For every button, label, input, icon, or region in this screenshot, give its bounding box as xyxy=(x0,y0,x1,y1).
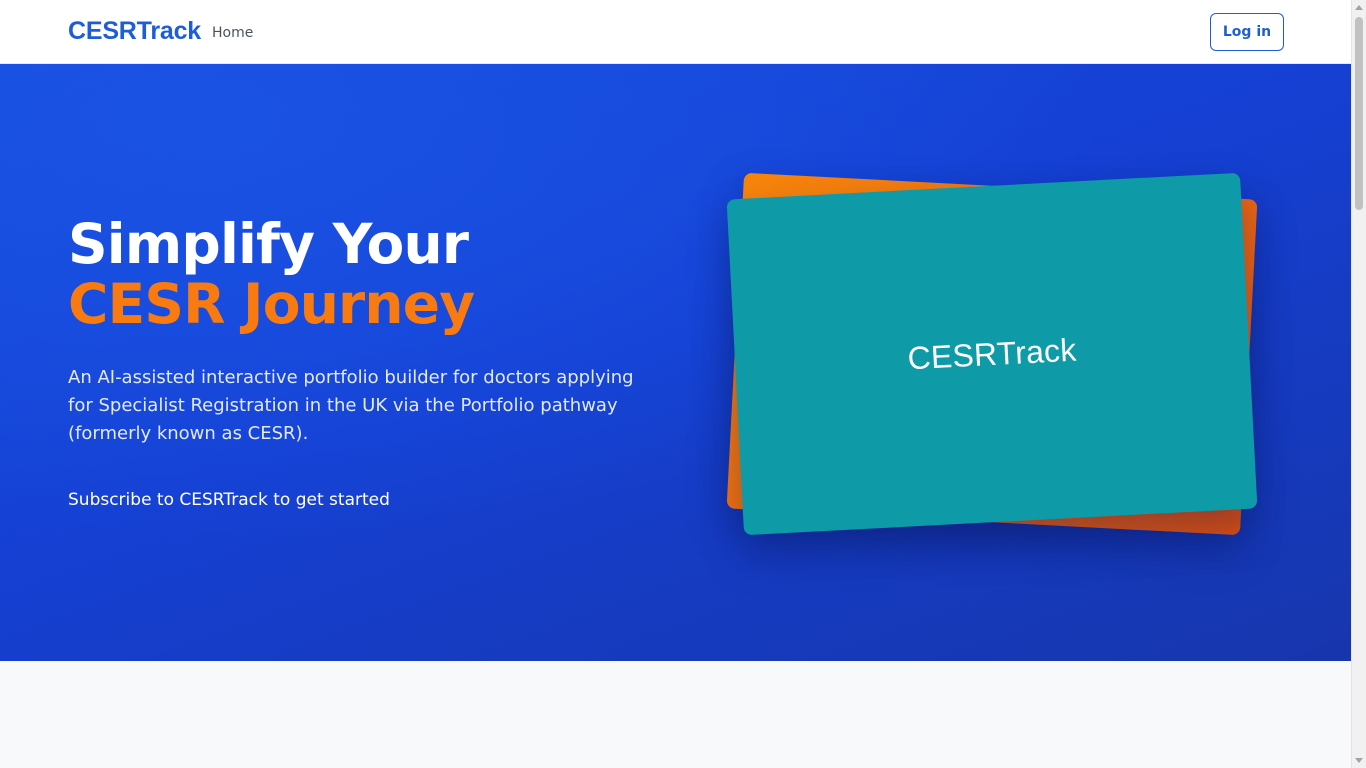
hero-title: Simplify Your CESR Journey xyxy=(68,212,475,336)
scroll-up-arrow-icon[interactable] xyxy=(1355,5,1363,10)
top-navbar: CESRTrack Home Log in xyxy=(0,0,1351,64)
features-section xyxy=(0,661,1351,768)
hero-section: Simplify Your CESR Journey An AI-assiste… xyxy=(0,64,1351,661)
scrollbar-thumb[interactable] xyxy=(1355,17,1363,210)
subscribe-prompt: Subscribe to CESRTrack to get started xyxy=(68,490,390,510)
login-button[interactable]: Log in xyxy=(1210,13,1284,51)
hero-description: An AI-assisted interactive portfolio bui… xyxy=(68,367,634,444)
scroll-down-arrow-icon[interactable] xyxy=(1355,758,1363,763)
hero-title-accent: CESR Journey xyxy=(68,272,475,336)
hero-card-label: CESRTrack xyxy=(906,331,1078,376)
page-scrollbar[interactable] xyxy=(1351,0,1366,768)
nav-link-home[interactable]: Home xyxy=(212,25,253,41)
hero-card-front: CESRTrack xyxy=(726,172,1258,536)
hero-title-line1: Simplify Your xyxy=(68,212,469,276)
page: CESRTrack Home Log in Simplify Your CESR… xyxy=(0,0,1351,768)
brand-logo-link[interactable]: CESRTrack xyxy=(68,17,201,46)
